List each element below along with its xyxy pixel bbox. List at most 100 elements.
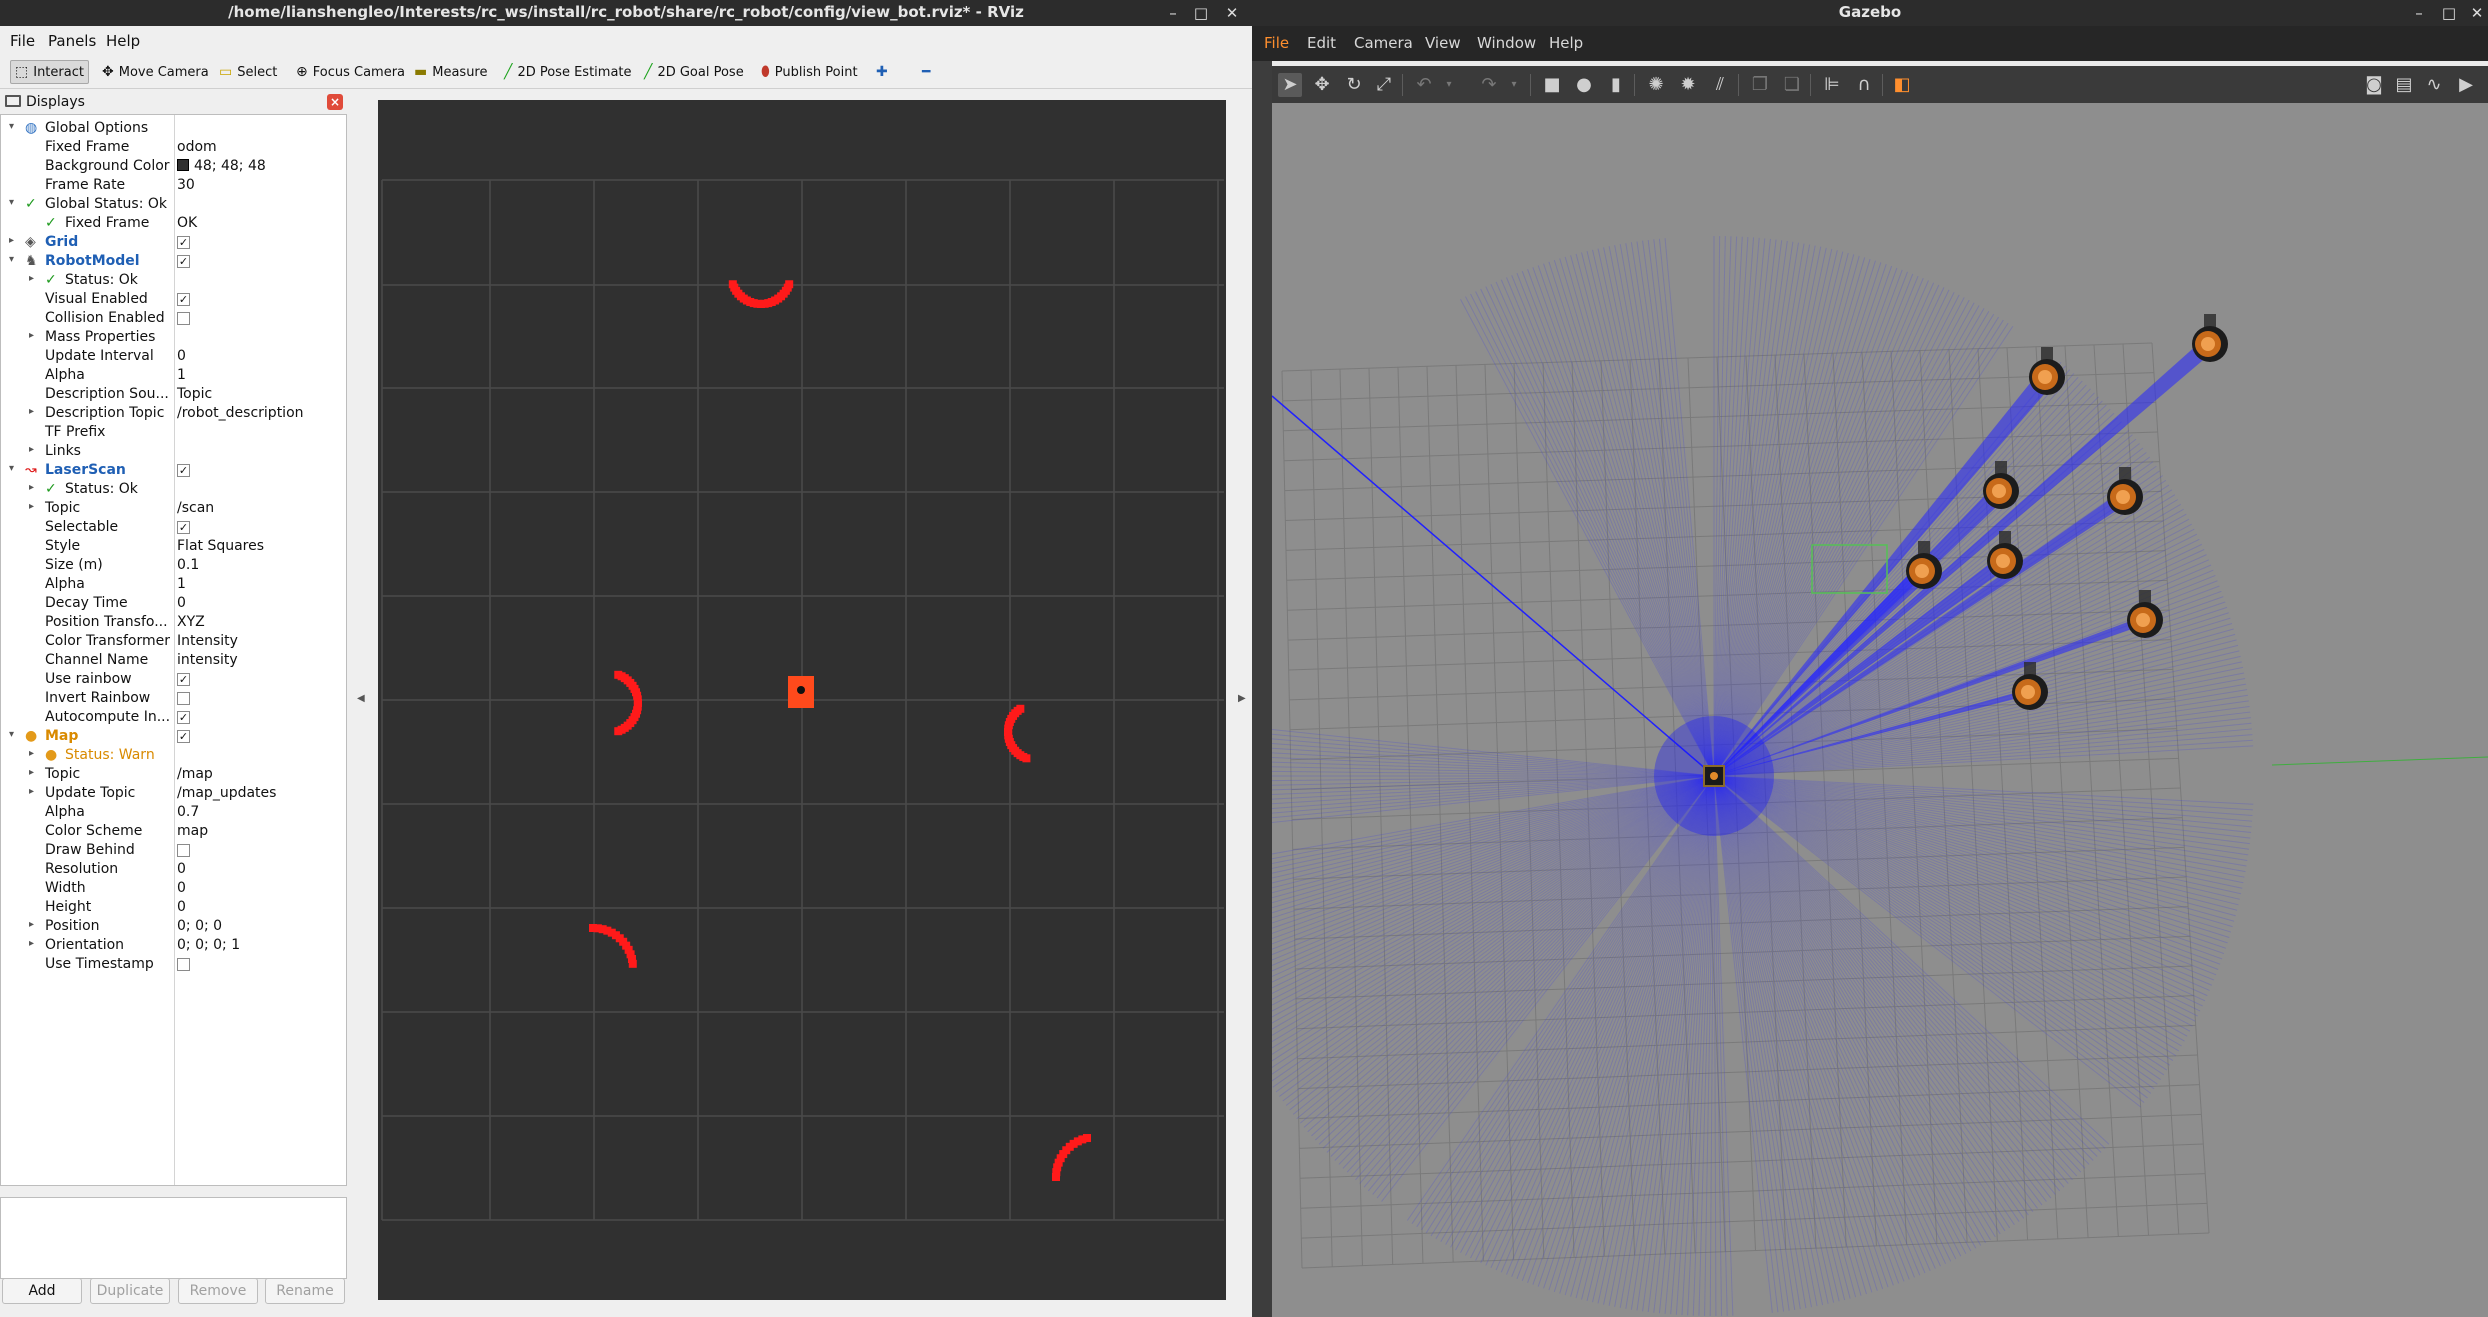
menu-view[interactable]: View [1425,34,1461,52]
tree-row-value[interactable]: 1 [177,367,186,383]
tool-publish-point[interactable]: ⬮ Publish Point [757,60,862,84]
tree-row-value[interactable]: 0 [177,861,186,877]
expand-arrow-icon[interactable]: ▸ [9,235,14,246]
tree-row-value[interactable]: /robot_description [177,405,304,421]
tree-row[interactable]: ▸ Topic/scan [1,499,346,518]
gazebo-3d-scene[interactable] [1272,103,2488,1317]
tree-row[interactable]: Position Transfo... XYZ [1,613,346,632]
box-icon[interactable]: ■ [1540,73,1564,97]
expand-arrow-icon[interactable]: ▸ [29,482,34,493]
tree-row[interactable]: ▸ Orientation 0; 0; 0; 1 [1,936,346,955]
collapse-arrow-icon[interactable]: ▾ [9,729,14,740]
tool-focus-camera[interactable]: ⊕ Focus Camera [292,60,409,84]
minimize-icon[interactable]: – [1162,2,1184,24]
tree-row[interactable]: Channel Name intensity [1,651,346,670]
snap-icon[interactable]: ∩ [1852,73,1876,97]
tool-2d-pose-estimate[interactable]: ╱ 2D Pose Estimate [500,60,636,84]
rotate-icon[interactable]: ↻ [1342,73,1366,97]
scene-canvas[interactable] [1272,103,2488,1317]
tree-row-value[interactable]: Intensity [177,633,238,649]
tree-row[interactable]: Draw Behind [1,841,346,860]
tree-row-checkbox[interactable]: ✓ [177,711,190,724]
tree-row-value[interactable]: OK [177,215,197,231]
tool-select[interactable]: ▭ Select [215,60,281,84]
tree-row[interactable]: Collision Enabled [1,309,346,328]
tree-row[interactable]: ▸ Description Topic/robot_description [1,404,346,423]
tree-row-checkbox[interactable] [177,692,190,705]
plot-icon[interactable]: ∿ [2422,73,2446,97]
panel-close-icon[interactable]: × [327,94,343,110]
tree-row[interactable]: ▾ ♞ RobotModel ✓ [1,252,346,271]
tool-2d-goal-pose[interactable]: ╱ 2D Goal Pose [640,60,748,84]
align-icon[interactable]: ⊫ [1820,73,1844,97]
tree-row-value[interactable]: 0.1 [177,557,199,573]
collapse-arrow-icon[interactable]: ▾ [9,463,14,474]
tree-row[interactable]: ▸ ✓ Status: Ok [1,480,346,499]
tree-row[interactable]: Color Scheme map [1,822,346,841]
tree-row[interactable]: Description Sou... Topic [1,385,346,404]
expand-arrow-icon[interactable]: ▸ [29,919,34,930]
tool-move-camera[interactable]: ✥ Move Camera [98,60,213,84]
tree-row-value[interactable]: 0 [177,880,186,896]
menu-window[interactable]: Window [1477,34,1536,52]
scale-icon[interactable]: ⤢ [1372,73,1396,97]
tree-row[interactable]: Resolution 0 [1,860,346,879]
tree-row[interactable]: Use Timestamp [1,955,346,974]
tree-row[interactable]: Alpha 1 [1,366,346,385]
tree-row[interactable]: Fixed Frame odom [1,138,346,157]
tree-row[interactable]: ▸ Links [1,442,346,461]
tree-row-value[interactable]: 1 [177,576,186,592]
tree-row[interactable]: Selectable ✓ [1,518,346,537]
tree-row-checkbox[interactable]: ✓ [177,673,190,686]
redo-menu-icon[interactable]: ▾ [1502,73,1526,97]
close-icon[interactable]: ✕ [1221,2,1243,24]
menu-edit[interactable]: Edit [1307,34,1336,52]
duplicate-button[interactable]: Duplicate [90,1278,170,1304]
tree-row-checkbox[interactable] [177,312,190,325]
tree-row[interactable]: Size (m) 0.1 [1,556,346,575]
spot-light-icon[interactable]: ✹ [1676,73,1700,97]
tree-row[interactable]: TF Prefix [1,423,346,442]
tree-row-value[interactable]: 0 [177,348,186,364]
expand-arrow-icon[interactable]: ▸ [29,501,34,512]
menu-file[interactable]: File [10,32,35,50]
tree-row[interactable]: ▾ ● Map ✓ [1,727,346,746]
gazebo-side-collapse[interactable] [1252,61,1272,1317]
directional-light-icon[interactable]: ⫽ [1708,73,1732,97]
tree-row[interactable]: ▸ Topic/map [1,765,346,784]
tree-row[interactable]: Decay Time 0 [1,594,346,613]
paste-icon[interactable]: ❏ [1780,73,1804,97]
menu-help[interactable]: Help [106,32,140,50]
tree-row-checkbox[interactable]: ✓ [177,255,190,268]
collapse-arrow-icon[interactable]: ▾ [9,254,14,265]
tree-row-value[interactable]: /scan [177,500,214,516]
tree-row-value[interactable]: 0; 0; 0; 1 [177,937,240,953]
collapse-left-icon[interactable]: ◀ [357,693,365,704]
remove-tool-button[interactable]: ━ [918,60,934,84]
select-arrow-icon[interactable]: ➤ [1278,73,1302,97]
redo-icon[interactable]: ↷ [1477,73,1501,97]
tree-row[interactable]: Style Flat Squares [1,537,346,556]
expand-arrow-icon[interactable]: ▸ [29,748,34,759]
maximize-icon[interactable]: □ [2438,2,2460,24]
tree-row[interactable]: Alpha 0.7 [1,803,346,822]
tree-row-value[interactable]: 0.7 [177,804,199,820]
tree-row[interactable]: ▸ Update Topic/map_updates [1,784,346,803]
tree-row[interactable]: Autocompute In... ✓ [1,708,346,727]
tree-row-checkbox[interactable] [177,844,190,857]
tree-row-checkbox[interactable] [177,958,190,971]
tree-row[interactable]: ✓ Fixed Frame OK [1,214,346,233]
tree-row-value[interactable]: map [177,823,208,839]
tool-interact[interactable]: ⬚ Interact [10,60,89,84]
tree-row[interactable]: ▾ ◍ Global Options [1,119,346,138]
tree-row-value[interactable]: Flat Squares [177,538,264,554]
log-icon[interactable]: ▤ [2392,73,2416,97]
expand-arrow-icon[interactable]: ▸ [29,273,34,284]
undo-icon[interactable]: ↶ [1412,73,1436,97]
color-swatch[interactable] [177,159,189,171]
collapse-right-icon[interactable]: ▶ [1238,693,1246,704]
tree-row-value[interactable]: 0 [177,595,186,611]
tree-row[interactable]: ▸ ✓ Status: Ok [1,271,346,290]
expand-arrow-icon[interactable]: ▸ [29,406,34,417]
viewport-canvas[interactable] [378,100,1226,1300]
